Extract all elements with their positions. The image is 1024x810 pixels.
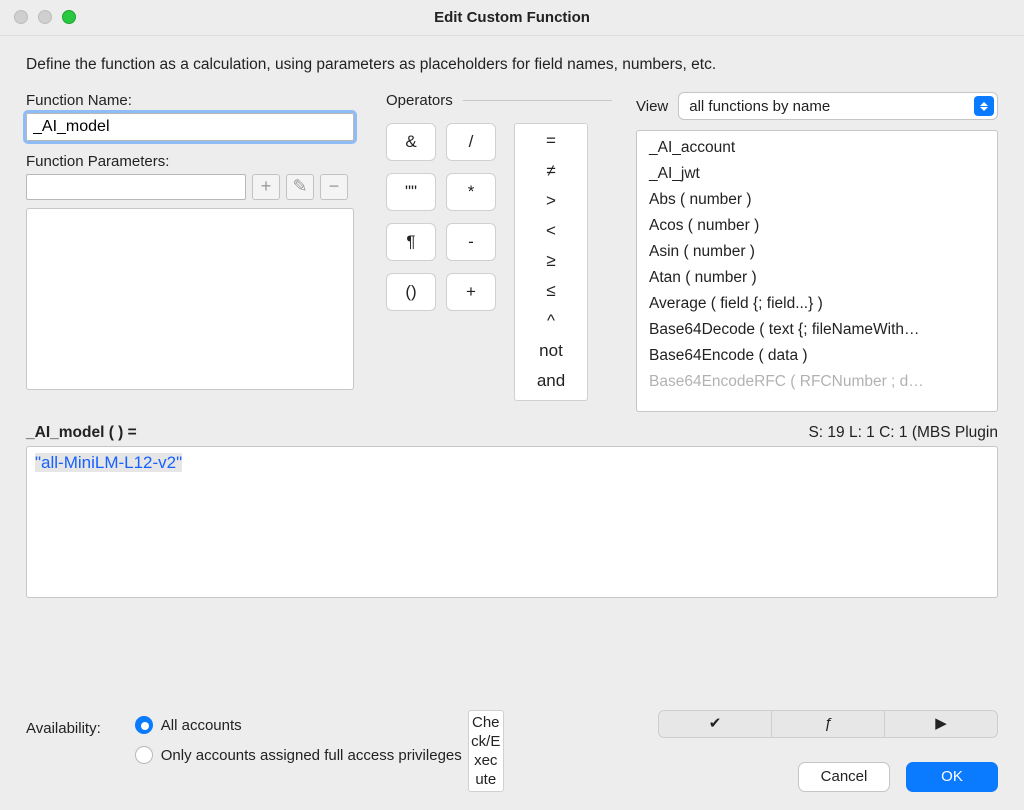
op-minus[interactable]: - bbox=[446, 223, 496, 261]
calc-string-literal: "all-MiniLM-L12-v2" bbox=[35, 453, 182, 472]
op-caret[interactable]: ^ bbox=[515, 306, 587, 336]
list-item[interactable]: Base64Encode ( data ) bbox=[637, 343, 997, 369]
op-and[interactable]: and bbox=[515, 366, 587, 396]
close-icon[interactable] bbox=[14, 10, 28, 24]
op-not[interactable]: not bbox=[515, 336, 587, 366]
ok-button[interactable]: OK bbox=[906, 762, 998, 792]
radio-label: All accounts bbox=[161, 717, 242, 734]
radio-label: Only accounts assigned full access privi… bbox=[161, 747, 462, 764]
remove-param-button[interactable]: − bbox=[320, 174, 348, 200]
list-item[interactable]: Asin ( number ) bbox=[637, 239, 997, 265]
list-item[interactable]: Acos ( number ) bbox=[637, 213, 997, 239]
op-parens[interactable]: () bbox=[386, 273, 436, 311]
divider bbox=[463, 100, 612, 101]
list-item[interactable]: _AI_account bbox=[637, 135, 997, 161]
function-list[interactable]: _AI_account _AI_jwt Abs ( number ) Acos … bbox=[636, 130, 998, 412]
function-name-label: Function Name: bbox=[26, 92, 362, 109]
availability-all-radio[interactable]: All accounts bbox=[135, 716, 462, 734]
function-parameters-label: Function Parameters: bbox=[26, 153, 362, 170]
list-item[interactable]: Atan ( number ) bbox=[637, 265, 997, 291]
op-divide[interactable]: / bbox=[446, 123, 496, 161]
edit-param-button[interactable]: ✎ bbox=[286, 174, 314, 200]
check-execute-button[interactable]: Check/Execute bbox=[468, 710, 504, 792]
check-syntax-button[interactable]: ✔ bbox=[659, 711, 772, 737]
intro-text: Define the function as a calculation, us… bbox=[26, 56, 998, 74]
radio-icon bbox=[135, 746, 153, 764]
list-item[interactable]: Average ( field {; field...} ) bbox=[637, 291, 997, 317]
view-select[interactable]: all functions by name bbox=[678, 92, 998, 120]
op-lt[interactable]: < bbox=[515, 216, 587, 246]
op-plus[interactable]: + bbox=[446, 273, 496, 311]
add-param-button[interactable]: + bbox=[252, 174, 280, 200]
traffic-lights bbox=[14, 10, 76, 24]
calc-signature: _AI_model ( ) = bbox=[26, 424, 137, 442]
op-pilcrow[interactable]: ¶ bbox=[386, 223, 436, 261]
op-neq[interactable]: ≠ bbox=[515, 156, 587, 186]
chevron-up-down-icon bbox=[974, 96, 994, 116]
view-label: View bbox=[636, 98, 668, 115]
list-item[interactable]: Abs ( number ) bbox=[637, 187, 997, 213]
function-name-input[interactable] bbox=[26, 113, 354, 141]
cursor-status: S: 19 L: 1 C: 1 (MBS Plugin bbox=[808, 424, 998, 442]
insert-function-button[interactable]: ƒ bbox=[772, 711, 885, 737]
op-multiply[interactable]: * bbox=[446, 173, 496, 211]
op-lte[interactable]: ≤ bbox=[515, 276, 587, 306]
run-button[interactable]: ▶ bbox=[885, 711, 997, 737]
calculation-editor[interactable]: "all-MiniLM-L12-v2" bbox=[26, 446, 998, 598]
view-select-value: all functions by name bbox=[689, 98, 830, 115]
cancel-button[interactable]: Cancel bbox=[798, 762, 890, 792]
parameter-list[interactable] bbox=[26, 208, 354, 390]
titlebar: Edit Custom Function bbox=[0, 0, 1024, 36]
radio-icon bbox=[135, 716, 153, 734]
availability-label: Availability: bbox=[26, 720, 101, 760]
availability-restricted-radio[interactable]: Only accounts assigned full access privi… bbox=[135, 746, 462, 764]
list-item[interactable]: Base64Decode ( text {; fileNameWith… bbox=[637, 317, 997, 343]
op-gt[interactable]: > bbox=[515, 186, 587, 216]
calc-toolbar: ✔ ƒ ▶ bbox=[658, 710, 998, 738]
operators-label: Operators bbox=[386, 92, 453, 109]
op-gte[interactable]: ≥ bbox=[515, 246, 587, 276]
op-amp[interactable]: & bbox=[386, 123, 436, 161]
list-item[interactable]: _AI_jwt bbox=[637, 161, 997, 187]
op-quotes[interactable]: "" bbox=[386, 173, 436, 211]
parameter-input[interactable] bbox=[26, 174, 246, 200]
op-eq[interactable]: = bbox=[515, 126, 587, 156]
zoom-icon[interactable] bbox=[62, 10, 76, 24]
list-item[interactable]: Base64EncodeRFC ( RFCNumber ; d… bbox=[637, 369, 997, 395]
minimize-icon[interactable] bbox=[38, 10, 52, 24]
window-title: Edit Custom Function bbox=[0, 0, 1024, 36]
operator-scroll-list[interactable]: = ≠ > < ≥ ≤ ^ not and bbox=[514, 123, 588, 401]
